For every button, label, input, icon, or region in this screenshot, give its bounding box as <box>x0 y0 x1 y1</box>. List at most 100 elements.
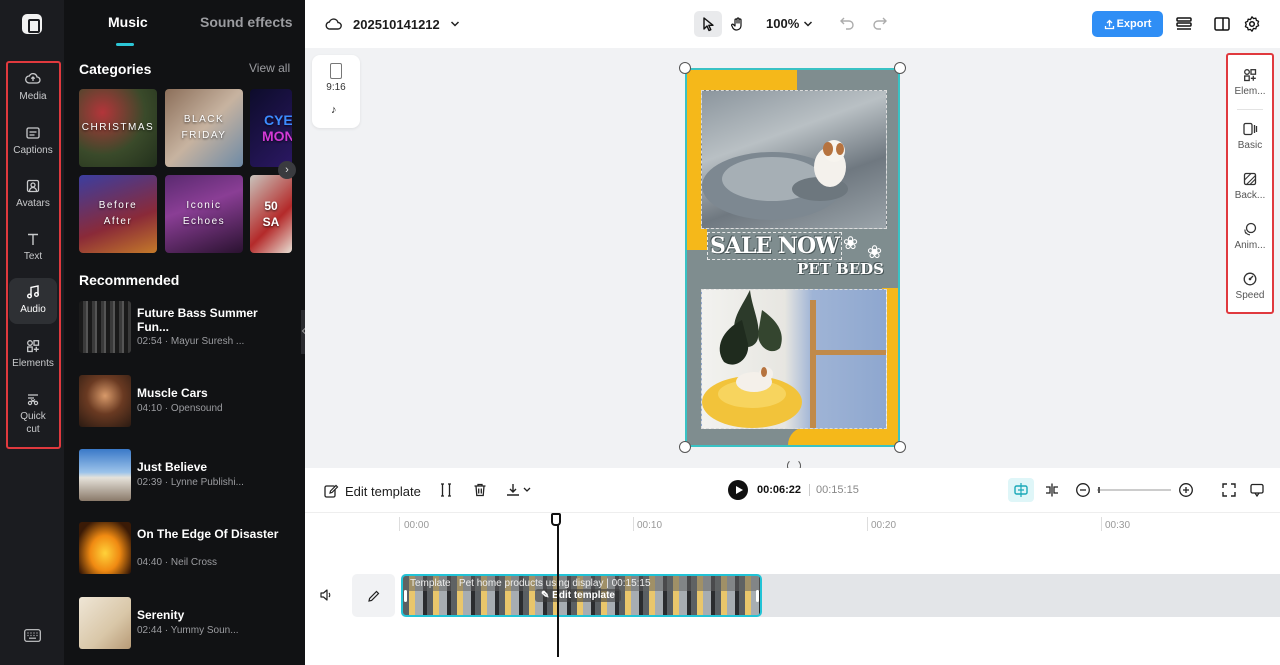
panel-item-elements[interactable]: Elem... <box>1228 67 1272 97</box>
comment-icon[interactable] <box>1249 482 1265 498</box>
track-meta: 02:39 · Lynne Publishi... <box>137 477 244 488</box>
track-item[interactable]: Future Bass Summer Fun... 02:54 · Mayur … <box>79 301 299 353</box>
category-card[interactable]: Before After <box>79 175 157 253</box>
edit-icon: ✎ <box>541 590 550 601</box>
split-view-icon[interactable] <box>1213 15 1231 33</box>
download-dropdown-icon[interactable] <box>505 482 533 498</box>
panel-item-background[interactable]: Back... <box>1228 171 1272 201</box>
timeline[interactable]: 00:00 00:10 00:20 00:30 Template Pet hom… <box>305 512 1280 665</box>
redo-icon[interactable] <box>872 14 888 30</box>
edit-template-button[interactable]: Edit template <box>323 483 421 499</box>
rail-item-audio[interactable]: Audio <box>9 278 57 324</box>
panel-item-animation[interactable]: Anim... <box>1228 221 1272 251</box>
tick-line <box>633 517 634 531</box>
select-tool-button[interactable] <box>694 11 722 37</box>
category-card[interactable]: CHRISTMAS <box>79 89 157 167</box>
panel-item-basic[interactable]: Basic <box>1228 121 1272 151</box>
resize-handle[interactable] <box>679 441 691 453</box>
tick-label: 00:00 <box>404 520 430 531</box>
hand-tool-button[interactable] <box>724 11 752 37</box>
undo-icon[interactable] <box>839 14 855 30</box>
template-clip[interactable]: Template Pet home products using display… <box>401 574 762 617</box>
editor-app: Media Captions Avatars Text Audio Elemen… <box>0 0 1280 665</box>
track-name: Just Believe <box>137 460 208 474</box>
recommended-title: Recommended <box>79 272 180 288</box>
track-name: On The Edge Of Disaster <box>137 527 279 541</box>
playhead-handle[interactable] <box>551 513 561 526</box>
export-button[interactable]: Export <box>1092 11 1163 37</box>
play-button[interactable] <box>728 480 748 500</box>
categories-next-button[interactable]: › <box>278 161 296 179</box>
volume-icon[interactable] <box>319 588 333 602</box>
resize-handle[interactable] <box>894 441 906 453</box>
tiktok-icon: ♪ <box>331 104 337 116</box>
category-card[interactable]: BLACK FRIDAY <box>165 89 243 167</box>
tab-sound-effects[interactable]: Sound effects <box>200 14 293 30</box>
rail-label: Captions <box>13 145 53 156</box>
panel-item-speed[interactable]: Speed <box>1228 271 1272 301</box>
clip-tag: Template <box>410 578 451 589</box>
elements-icon <box>1244 69 1257 82</box>
view-all-link[interactable]: View all <box>249 61 290 75</box>
aspect-ratio-card[interactable]: 9:16 ♪ <box>312 55 360 128</box>
clip-edit-label: Edit template <box>552 590 615 601</box>
zoom-dropdown[interactable]: 100% <box>766 16 813 31</box>
zoom-out-icon[interactable] <box>1075 482 1091 498</box>
snap-toggle-button[interactable] <box>1008 478 1034 502</box>
category-card[interactable]: CYE MON <box>250 89 292 167</box>
rail-item-elements[interactable]: Elements <box>9 338 57 374</box>
playhead[interactable] <box>557 513 559 657</box>
preview-canvas: 9:16 ♪ SALE NOW ❀ ❀ PET BEDS <box>305 48 1280 473</box>
rail-item-quick-cut[interactable]: Quick cut <box>9 391 57 437</box>
rail-item-captions[interactable]: Captions <box>9 125 57 161</box>
zoom-in-icon[interactable] <box>1178 482 1194 498</box>
track-item[interactable]: Muscle Cars 04:10 · Opensound <box>79 375 299 427</box>
clip-trim-handle[interactable] <box>756 590 759 602</box>
split-icon[interactable] <box>438 482 454 498</box>
zoom-slider-thumb[interactable] <box>1098 487 1100 493</box>
rail-item-text[interactable]: Text <box>9 231 57 267</box>
hand-icon <box>731 17 742 31</box>
fullscreen-icon[interactable] <box>1221 482 1237 498</box>
clip-edit-template-button[interactable]: ✎ Edit template <box>535 589 621 602</box>
category-card[interactable]: 50 SA <box>250 175 292 253</box>
pencil-icon <box>367 590 379 602</box>
clip-trim-handle[interactable] <box>404 590 407 602</box>
rail-item-media[interactable]: Media <box>9 71 57 107</box>
keyboard-icon[interactable] <box>24 629 41 642</box>
tick-line <box>1101 517 1102 531</box>
poster-photo-top[interactable] <box>701 90 887 229</box>
rail-label: Media <box>19 91 47 102</box>
active-tab-indicator <box>116 43 134 46</box>
resize-handle[interactable] <box>894 62 906 74</box>
poster-photo-bottom[interactable] <box>701 289 887 429</box>
current-time: 00:06:22 <box>757 484 802 496</box>
track-name: Muscle Cars <box>137 386 208 400</box>
project-selector[interactable]: 202510141212 <box>325 16 460 32</box>
tab-music[interactable]: Music <box>108 14 148 30</box>
track-item[interactable]: Serenity 02:44 · Yummy Soun... <box>79 597 299 649</box>
cloud-icon <box>325 18 342 30</box>
edit-track-button[interactable] <box>352 574 395 617</box>
zoom-slider[interactable] <box>1097 489 1171 491</box>
track-thumbnail <box>79 301 131 353</box>
category-label: CHRISTMAS <box>81 122 155 133</box>
settings-gear-icon[interactable] <box>1243 15 1261 33</box>
resize-handle[interactable] <box>679 62 691 74</box>
delete-icon[interactable] <box>472 482 488 498</box>
category-label: BLACK FRIDAY <box>181 114 227 141</box>
clip-title: Pet home products using display <box>458 578 604 589</box>
rail-item-avatars[interactable]: Avatars <box>9 178 57 214</box>
poster-preview[interactable]: SALE NOW ❀ ❀ PET BEDS <box>685 68 900 447</box>
track-item[interactable]: Just Believe 02:39 · Lynne Publishi... <box>79 449 299 501</box>
clip-duration: 00:15:15 <box>611 578 651 589</box>
poster-subhead[interactable]: PET BEDS <box>797 260 884 278</box>
layers-icon[interactable] <box>1175 15 1193 33</box>
poster-headline[interactable]: SALE NOW <box>707 232 842 260</box>
split-screen-icon[interactable] <box>1044 482 1060 498</box>
category-label: 50 SA <box>262 199 280 229</box>
app-logo-icon[interactable] <box>22 14 42 34</box>
category-card[interactable]: Iconic Echoes <box>165 175 243 253</box>
track-thumbnail <box>79 522 131 574</box>
track-item[interactable]: On The Edge Of Disaster 04:40 · Neil Cro… <box>79 522 299 574</box>
